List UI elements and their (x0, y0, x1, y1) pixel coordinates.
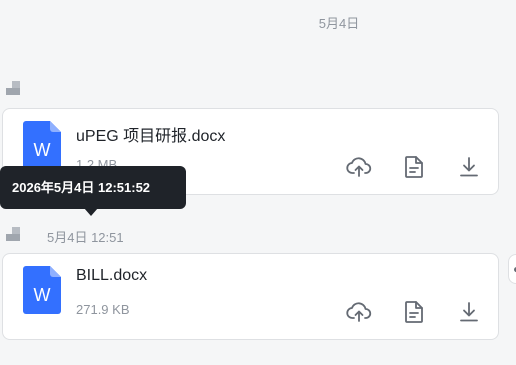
download-icon (460, 157, 478, 177)
save-to-cloud-button[interactable] (344, 297, 374, 327)
tooltip-arrow (84, 208, 98, 216)
download-button[interactable] (454, 297, 484, 327)
document-icon (405, 301, 423, 323)
document-icon (405, 156, 423, 178)
cloud-upload-icon (346, 157, 372, 177)
file-card[interactable]: W BILL.docx 271.9 KB (2, 253, 499, 340)
timestamp-tooltip: 2026年5月4日 12:51:52 (0, 166, 186, 209)
cloud-upload-icon (346, 302, 372, 322)
open-document-button[interactable] (399, 297, 429, 327)
file-name[interactable]: uPEG 项目研报.docx (76, 122, 225, 146)
date-divider: 5月4日 (318, 16, 360, 31)
more-actions-button[interactable]: ◐ (508, 254, 516, 284)
word-doc-icon: W (23, 121, 61, 169)
svg-text:W: W (34, 140, 51, 160)
download-button[interactable] (454, 152, 484, 182)
svg-text:W: W (34, 285, 51, 305)
word-doc-icon: W (23, 266, 61, 314)
download-icon (460, 302, 478, 322)
file-name[interactable]: BILL.docx (76, 267, 147, 285)
file-size: 271.9 KB (76, 302, 130, 317)
open-document-button[interactable] (399, 152, 429, 182)
sender-avatar[interactable] (6, 81, 20, 95)
sender-avatar[interactable] (6, 227, 20, 241)
message-timestamp[interactable]: 5月4日 12:51 (47, 227, 124, 246)
save-to-cloud-button[interactable] (344, 152, 374, 182)
